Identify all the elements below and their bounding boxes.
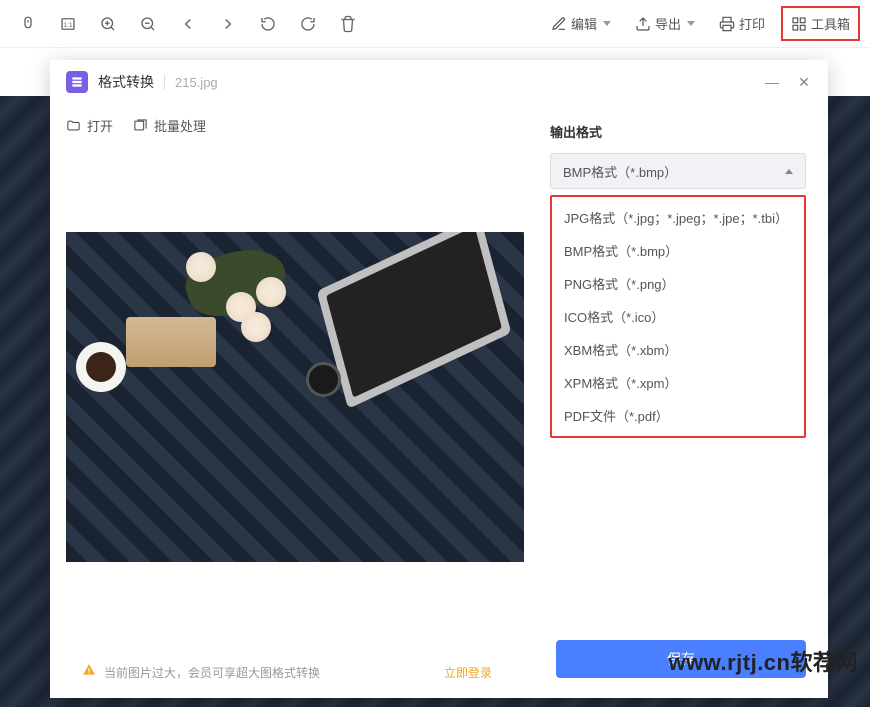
export-label: 导出: [655, 14, 681, 33]
login-link[interactable]: 立即登录: [444, 664, 492, 681]
toolbox-label: 工具箱: [811, 14, 850, 33]
open-button[interactable]: 打开: [66, 116, 113, 135]
format-option-xbm[interactable]: XBM格式（*.xbm）: [552, 333, 804, 366]
toolbox-button[interactable]: 工具箱: [781, 6, 860, 41]
left-panel: 打开 批量处理: [50, 104, 540, 698]
print-label: 打印: [739, 14, 765, 33]
edit-button[interactable]: 编辑: [543, 8, 619, 39]
selected-value: BMP格式（*.bmp）: [563, 162, 677, 181]
next-icon[interactable]: [210, 6, 246, 42]
main-toolbar: 1:1 编辑 导出: [0, 0, 870, 48]
preview-image: [66, 232, 524, 562]
chevron-up-icon: [785, 169, 793, 174]
dialog-filename: 215.jpg: [164, 75, 218, 90]
svg-text:1:1: 1:1: [63, 22, 73, 29]
dialog-header: 格式转换 215.jpg — ✕: [50, 60, 828, 104]
mouse-icon[interactable]: [10, 6, 46, 42]
rotate-left-icon[interactable]: [250, 6, 286, 42]
batch-button[interactable]: 批量处理: [133, 116, 206, 135]
open-label: 打开: [87, 116, 113, 135]
format-dropdown: JPG格式（*.jpg；*.jpeg；*.jpe；*.tbi） BMP格式（*.…: [550, 195, 806, 438]
prev-icon[interactable]: [170, 6, 206, 42]
toolbar-left-group: 1:1: [10, 6, 366, 42]
zoom-out-icon[interactable]: [130, 6, 166, 42]
warning-icon: [82, 663, 96, 682]
dialog-body: 打开 批量处理: [50, 104, 828, 698]
format-option-ico[interactable]: ICO格式（*.ico）: [552, 300, 804, 333]
format-convert-dialog: 格式转换 215.jpg — ✕ 打开 批量处理: [50, 60, 828, 698]
left-actions: 打开 批量处理: [66, 116, 524, 135]
zoom-in-icon[interactable]: [90, 6, 126, 42]
format-option-bmp[interactable]: BMP格式（*.bmp）: [552, 234, 804, 267]
format-option-jpg[interactable]: JPG格式（*.jpg；*.jpeg；*.jpe；*.tbi）: [552, 201, 804, 234]
close-button[interactable]: ✕: [796, 74, 812, 91]
export-button[interactable]: 导出: [627, 8, 703, 39]
chevron-down-icon: [603, 21, 611, 26]
right-panel: 输出格式 BMP格式（*.bmp） JPG格式（*.jpg；*.jpeg；*.j…: [540, 104, 828, 698]
preview-area: [66, 147, 524, 646]
chevron-down-icon: [687, 21, 695, 26]
dialog-footer: 当前图片过大，会员可享超大图格式转换 立即登录: [66, 646, 524, 698]
minimize-button[interactable]: —: [764, 74, 780, 91]
watermark-text: www.rjtj.cn软荐网: [668, 645, 858, 677]
delete-icon[interactable]: [330, 6, 366, 42]
batch-label: 批量处理: [154, 116, 206, 135]
rotate-right-icon[interactable]: [290, 6, 326, 42]
app-icon: [66, 71, 88, 93]
fit-window-icon[interactable]: 1:1: [50, 6, 86, 42]
toolbar-right-group: 编辑 导出 打印 工具箱: [543, 6, 860, 41]
format-option-pdf[interactable]: PDF文件（*.pdf）: [552, 399, 804, 432]
edit-label: 编辑: [571, 14, 597, 33]
output-format-label: 输出格式: [550, 122, 806, 141]
format-option-xpm[interactable]: XPM格式（*.xpm）: [552, 366, 804, 399]
dialog-title: 格式转换: [98, 72, 154, 92]
format-option-png[interactable]: PNG格式（*.png）: [552, 267, 804, 300]
output-format-select[interactable]: BMP格式（*.bmp）: [550, 153, 806, 189]
print-button[interactable]: 打印: [711, 8, 773, 39]
warning-text: 当前图片过大，会员可享超大图格式转换: [104, 664, 320, 681]
window-controls: — ✕: [764, 74, 812, 91]
